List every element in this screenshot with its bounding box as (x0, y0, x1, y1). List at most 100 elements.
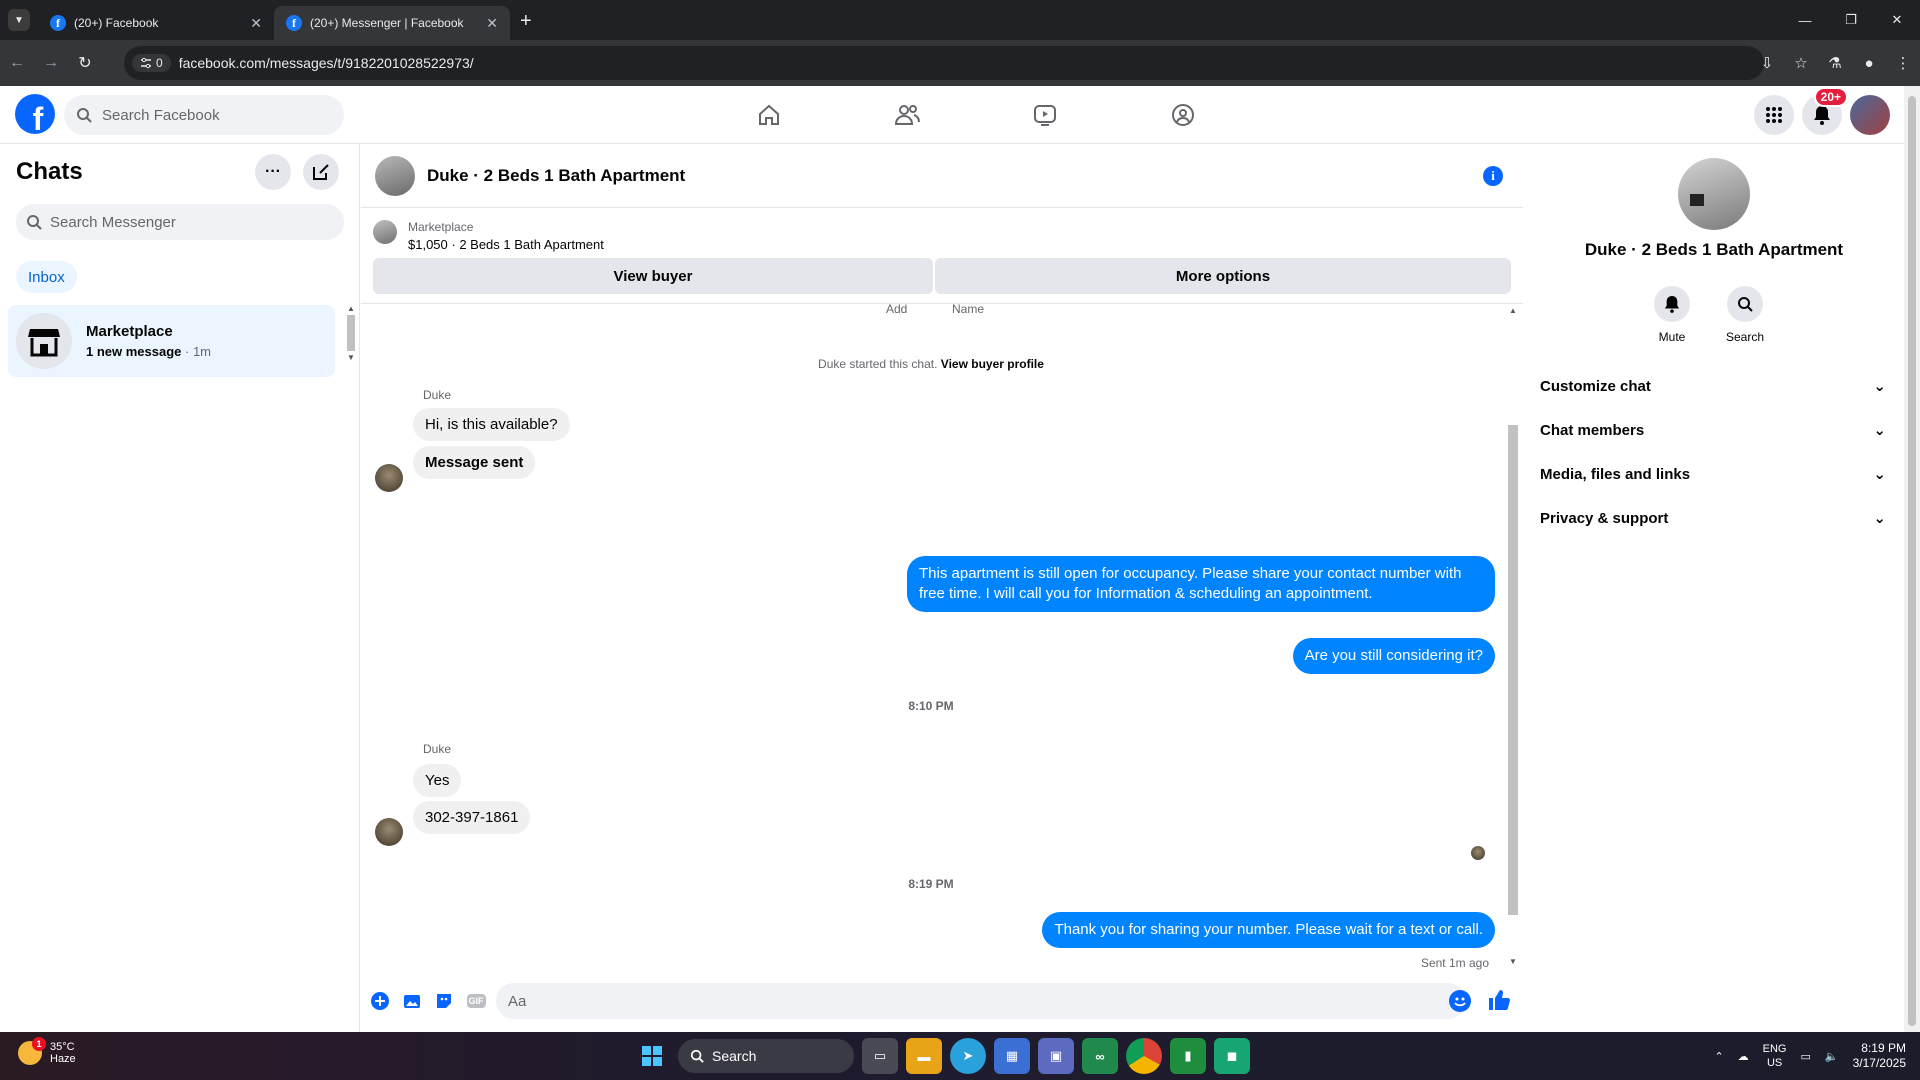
app-icon[interactable]: ▣ (1038, 1038, 1074, 1074)
address-bar[interactable]: 0 facebook.com/messages/t/91822010285229… (124, 46, 1764, 80)
search-messenger-input[interactable]: Search Messenger (16, 204, 344, 240)
volume-icon[interactable]: 🔈 (1825, 1050, 1839, 1063)
search-icon (1727, 286, 1764, 322)
message-scrollbar[interactable]: ▲ ▼ (1505, 304, 1521, 970)
inbox-filter-tab[interactable]: Inbox (16, 261, 77, 293)
conversation-title[interactable]: Duke · 2 Beds 1 Bath Apartment (427, 166, 685, 186)
incoming-message[interactable]: Message sent (413, 446, 536, 479)
new-message-icon[interactable] (303, 154, 339, 190)
video-icon[interactable] (976, 86, 1114, 144)
app-icon[interactable]: ▮ (1170, 1038, 1206, 1074)
listing-avatar[interactable] (1678, 158, 1750, 230)
outgoing-message[interactable]: This apartment is still open for occupan… (907, 556, 1495, 612)
app-icon[interactable]: ◼ (1214, 1038, 1250, 1074)
weather-widget[interactable]: 1 35°C Haze (18, 1037, 76, 1065)
incoming-message[interactable]: 302-397-1861 (413, 801, 531, 834)
chevron-down-icon: ⌄ (1873, 510, 1886, 527)
file-explorer-icon[interactable]: ▬ (906, 1038, 942, 1074)
browser-tab-facebook[interactable]: f (20+) Facebook ✕ (38, 6, 274, 40)
restore-icon[interactable]: ❐ (1828, 0, 1874, 40)
sender-avatar[interactable] (375, 464, 403, 492)
bookmark-star-icon[interactable]: ☆ (1784, 46, 1818, 80)
plus-circle-icon[interactable] (367, 988, 393, 1014)
media-files-links-section[interactable]: Media, files and links ⌄ (1540, 452, 1886, 496)
forward-arrow-icon[interactable]: → (34, 46, 68, 80)
taskbar-search[interactable]: Search (678, 1039, 854, 1073)
search-in-chat-button[interactable]: Search (1726, 286, 1764, 344)
task-view-icon[interactable]: ▭ (862, 1038, 898, 1074)
tab-close-icon[interactable]: ✕ (250, 15, 262, 32)
browser-tab-messenger[interactable]: f (20+) Messenger | Facebook ✕ (274, 6, 510, 40)
sticker-icon[interactable] (431, 988, 457, 1014)
conversation-item-marketplace[interactable]: Marketplace 1 new message · 1m (8, 305, 335, 377)
url-text: facebook.com/messages/t/9182201028522973… (178, 55, 474, 71)
incoming-message[interactable]: Yes (413, 764, 462, 797)
close-window-icon[interactable]: ✕ (1874, 0, 1920, 40)
facebook-search-input[interactable]: Search Facebook (64, 95, 344, 135)
chat-members-section[interactable]: Chat members ⌄ (1540, 408, 1886, 452)
customize-chat-section[interactable]: Customize chat ⌄ (1540, 364, 1886, 408)
listing-price-title[interactable]: $1,050 · 2 Beds 1 Bath Apartment (408, 237, 604, 252)
page-scroll-thumb[interactable] (1908, 96, 1916, 1026)
gif-icon[interactable]: GIF (463, 988, 489, 1014)
tab-close-icon[interactable]: ✕ (486, 15, 498, 32)
more-options-icon[interactable]: ··· (255, 154, 291, 190)
site-info-button[interactable]: 0 (132, 54, 171, 72)
groups-icon[interactable] (1114, 86, 1252, 144)
section-label: Customize chat (1540, 377, 1651, 395)
labs-flask-icon[interactable]: ⚗ (1818, 46, 1852, 80)
outgoing-message[interactable]: Thank you for sharing your number. Pleas… (1042, 912, 1495, 948)
details-title: Duke · 2 Beds 1 Bath Apartment (1584, 240, 1844, 259)
chrome-icon[interactable] (1126, 1038, 1162, 1074)
notifications-bell-icon[interactable]: 20+ (1802, 87, 1848, 135)
view-buyer-profile-link[interactable]: View buyer profile (941, 357, 1044, 371)
outgoing-message[interactable]: Are you still considering it? (1292, 638, 1495, 674)
search-icon (27, 215, 42, 230)
telegram-icon[interactable]: ➤ (950, 1038, 986, 1074)
mute-button[interactable]: Mute (1654, 286, 1690, 344)
onedrive-cloud-icon[interactable]: ☁ (1738, 1050, 1749, 1063)
home-icon[interactable] (700, 86, 838, 144)
privacy-support-section[interactable]: Privacy & support ⌄ (1540, 496, 1886, 540)
facebook-logo-icon[interactable]: f (15, 94, 55, 134)
windows-start-icon[interactable] (634, 1038, 670, 1074)
view-buyer-button[interactable]: View buyer (373, 258, 933, 294)
tab-search-chevron-icon[interactable]: ▼ (8, 9, 30, 31)
profile-avatar[interactable] (1850, 95, 1890, 135)
system-clock[interactable]: 8:19 PM 3/17/2025 (1853, 1041, 1906, 1071)
browser-menu-icon[interactable]: ⋮ (1886, 46, 1920, 80)
page-scrollbar[interactable] (1904, 86, 1920, 1032)
profile-icon[interactable]: ● (1852, 46, 1886, 80)
new-tab-plus-icon[interactable]: + (520, 10, 532, 33)
sidebar-scrollbar[interactable]: ▲ ▼ (345, 304, 357, 374)
reload-icon[interactable]: ↻ (68, 46, 102, 80)
sender-avatar[interactable] (375, 818, 403, 846)
language-indicator[interactable]: ENG US (1763, 1042, 1787, 1070)
incoming-message[interactable]: Hi, is this available? (413, 408, 570, 441)
app-icon[interactable]: ∞ (1082, 1038, 1118, 1074)
more-options-button[interactable]: More options (935, 258, 1511, 294)
taskbar-apps: Search ▭ ▬ ➤ ▦ ▣ ∞ ▮ ◼ (634, 1038, 1250, 1074)
thumbs-up-icon[interactable] (1487, 988, 1511, 1017)
message-input[interactable]: Aa (496, 983, 1466, 1019)
friends-icon[interactable] (838, 86, 976, 144)
listing-thumbnail[interactable] (375, 155, 415, 196)
emoji-icon[interactable] (1449, 990, 1471, 1012)
back-arrow-icon[interactable]: ← (0, 46, 34, 80)
install-app-icon[interactable]: ⇩ (1750, 46, 1784, 80)
notification-badge: 20+ (1813, 87, 1848, 107)
chevron-down-icon: ⌄ (1873, 466, 1886, 483)
conversation-panel: Duke · 2 Beds 1 Bath Apartment i Marketp… (361, 144, 1523, 1032)
chat-details-panel: Duke · 2 Beds 1 Bath Apartment Mute Sear… (1524, 144, 1904, 1032)
microsoft-store-icon[interactable]: ▦ (994, 1038, 1030, 1074)
main-nav (700, 86, 1252, 144)
minimize-icon[interactable]: — (1782, 0, 1828, 40)
info-icon[interactable]: i (1483, 166, 1503, 186)
windows-taskbar: 1 35°C Haze Search ▭ ▬ ➤ ▦ ▣ ∞ ▮ ◼ ⌃ ☁ E… (0, 1032, 1920, 1080)
chevron-up-icon[interactable]: ⌃ (1714, 1050, 1723, 1063)
facebook-favicon-icon: f (286, 15, 302, 31)
menu-grid-icon[interactable] (1754, 95, 1794, 135)
network-icon[interactable]: ▭ (1801, 1050, 1811, 1063)
header-actions: 20+ (1754, 87, 1890, 135)
photo-icon[interactable] (399, 988, 425, 1014)
